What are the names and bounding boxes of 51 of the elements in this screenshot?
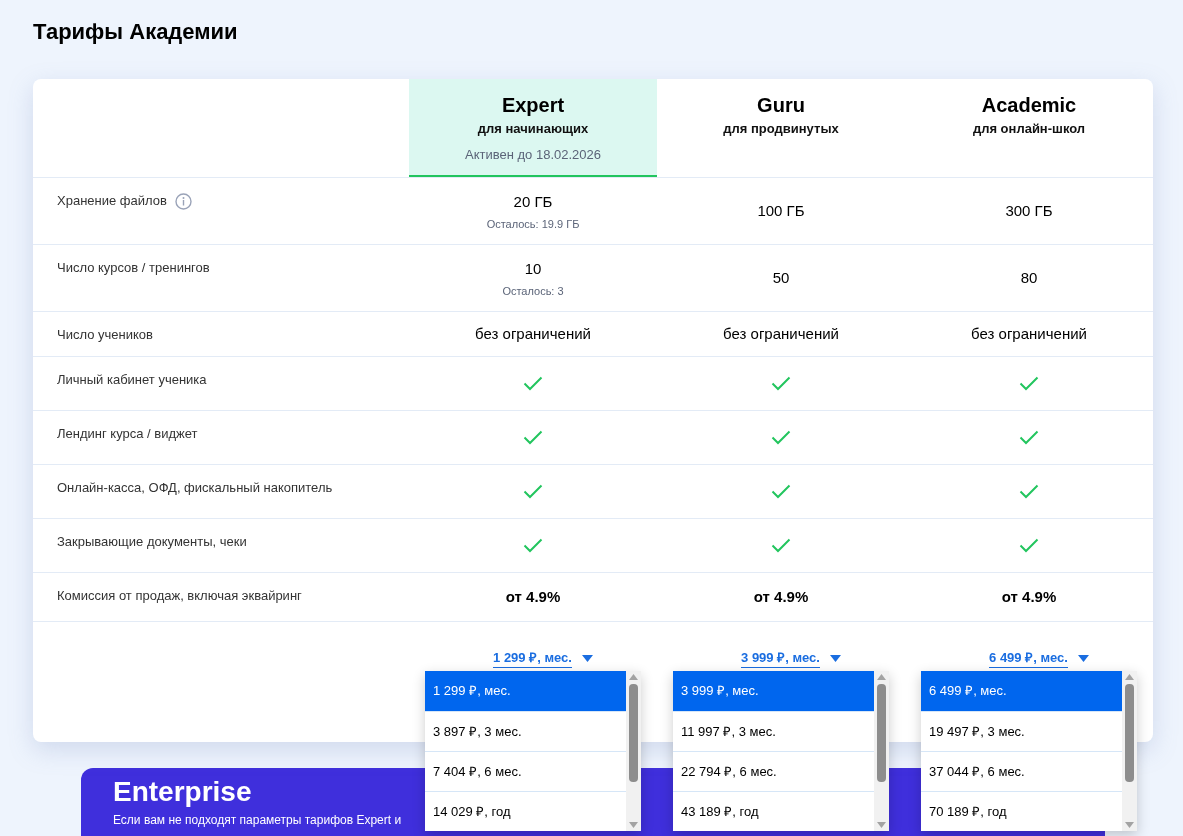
feature-label: Закрывающие документы, чеки [57, 533, 247, 551]
feature-label: Онлайн-касса, ОФД, фискальный накопитель [57, 479, 333, 497]
plan-subtitle: для начинающих [477, 120, 589, 138]
feature-label: Лендинг курса / виджет [57, 425, 198, 443]
feature-label: Число курсов / тренингов [57, 259, 210, 277]
scrollbar[interactable] [1122, 671, 1137, 831]
cell-note: Осталось: 3 [502, 284, 564, 299]
cell-value: без ограничений [723, 324, 839, 344]
cell-value: 10 [524, 259, 542, 279]
scroll-up-icon[interactable] [1125, 674, 1134, 680]
page-title: Тарифы Академии [33, 18, 239, 46]
cell-value: 20 ГБ [513, 192, 553, 212]
caret-icon [1077, 654, 1089, 662]
cell-note: Осталось: 19.9 ГБ [486, 217, 580, 232]
feature-label: Число учеников [57, 326, 153, 344]
cell-value: от 4.9% [753, 587, 809, 607]
info-icon[interactable] [174, 193, 192, 210]
plan-name: Academic [981, 93, 1077, 118]
scroll-up-icon[interactable] [877, 674, 886, 680]
feature-label: Хранение файлов [57, 192, 167, 210]
cell-value: 50 [772, 268, 790, 288]
dropdown-option[interactable]: 3 999 ₽, мес. [673, 671, 874, 711]
scroll-down-icon[interactable] [877, 822, 886, 828]
feature-label: Личный кабинет ученика [57, 371, 207, 389]
scroll-up-icon[interactable] [629, 674, 638, 680]
dropdown-option[interactable]: 6 499 ₽, мес. [921, 671, 1122, 711]
plan-subtitle: для онлайн-школ [972, 120, 1086, 138]
cell-value: 100 ГБ [757, 201, 805, 221]
price-select[interactable]: 6 499 ₽, мес. [989, 648, 1089, 668]
enterprise-text: Если вам не подходят параметры тарифов Expert и [113, 812, 402, 828]
cell-value: от 4.9% [505, 587, 561, 607]
plan-name: Guru [757, 93, 805, 118]
cell-value: 300 ГБ [1005, 201, 1053, 221]
scroll-down-icon[interactable] [1125, 822, 1134, 828]
caret-icon [829, 654, 841, 662]
feature-label: Комиссия от продаж, включая эквайринг [57, 587, 302, 605]
cell-value: без ограничений [971, 324, 1087, 344]
cell-value: 80 [1020, 268, 1038, 288]
cell-value: от 4.9% [1001, 587, 1057, 607]
scrollbar[interactable] [626, 671, 641, 831]
dropdown-option[interactable]: 1 299 ₽, мес. [425, 671, 626, 711]
caret-icon [581, 654, 593, 662]
scrollbar[interactable] [874, 671, 889, 831]
price-select[interactable]: 1 299 ₽, мес. [493, 648, 593, 668]
scroll-down-icon[interactable] [629, 822, 638, 828]
enterprise-title: Enterprise [113, 778, 252, 806]
price-select[interactable]: 3 999 ₽, мес. [741, 648, 841, 668]
cell-value: без ограничений [475, 324, 591, 344]
plan-subtitle: для продвинутых [723, 120, 839, 138]
plan-name: Expert [501, 93, 565, 118]
plan-status: Активен до 18.02.2026 [465, 146, 601, 164]
